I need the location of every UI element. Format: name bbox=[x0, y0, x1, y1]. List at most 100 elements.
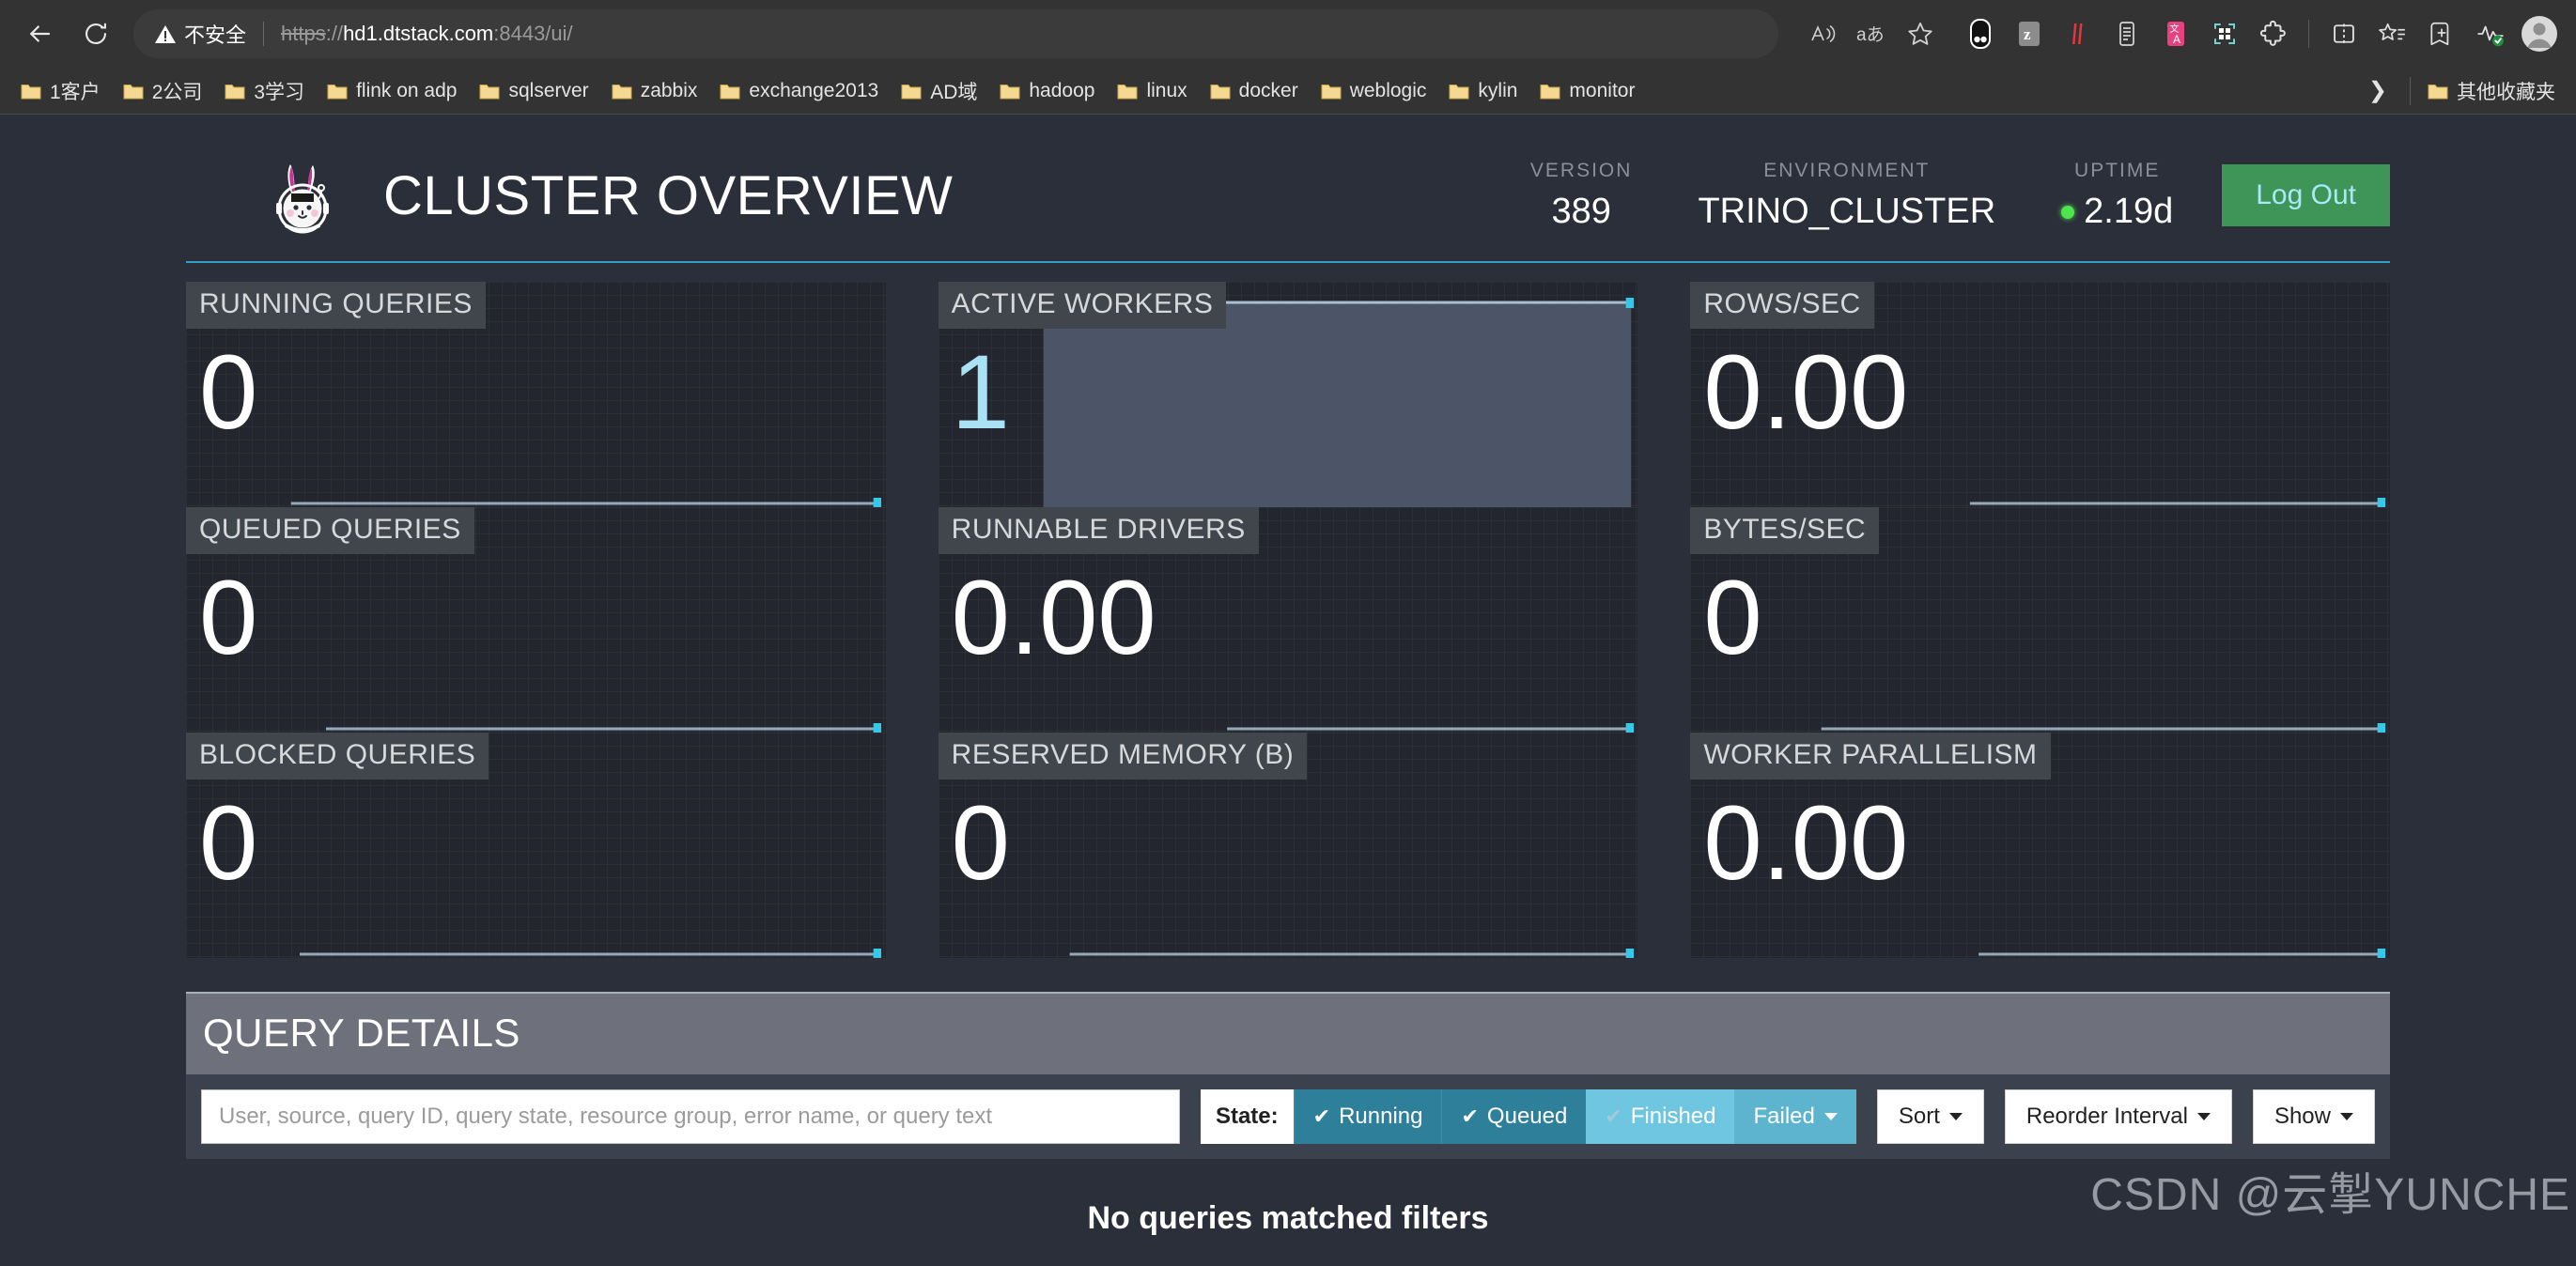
bookmark-item[interactable]: hadoop bbox=[988, 76, 1106, 106]
tile-label: ACTIVE WORKERS bbox=[938, 282, 1227, 329]
qr-scan-extension-icon[interactable] bbox=[2201, 10, 2248, 57]
bookmark-item[interactable]: zabbix bbox=[600, 76, 709, 106]
bookmark-label: 2公司 bbox=[151, 81, 203, 103]
folder-icon bbox=[1321, 82, 1342, 100]
show-dropdown[interactable]: Show bbox=[2252, 1089, 2375, 1144]
back-button[interactable] bbox=[13, 8, 66, 60]
omnibox-actions: aあ bbox=[1799, 10, 1944, 57]
state-filter-failed[interactable]: Failed bbox=[1734, 1089, 1856, 1144]
query-search-input[interactable] bbox=[201, 1089, 1180, 1144]
bookmark-item[interactable]: 3学习 bbox=[213, 73, 316, 109]
state-filter-label: State: bbox=[1200, 1089, 1294, 1144]
bookmark-label: exchange2013 bbox=[749, 79, 879, 101]
bookmarks-divider bbox=[2410, 76, 2411, 105]
other-bookmarks-label: 其他收藏夹 bbox=[2457, 81, 2555, 103]
bookmark-label: sqlserver bbox=[508, 79, 589, 101]
logout-button[interactable]: Log Out bbox=[2222, 164, 2390, 226]
tile-value: 0 bbox=[199, 333, 258, 451]
split-screen-icon[interactable] bbox=[2320, 10, 2367, 57]
bookmark-label: monitor bbox=[1569, 79, 1636, 101]
page-title: CLUSTER OVERVIEW bbox=[383, 164, 954, 226]
zhihu-extension-icon[interactable]: z bbox=[2006, 10, 2053, 57]
folder-icon bbox=[225, 82, 245, 100]
sort-dropdown[interactable]: Sort bbox=[1876, 1089, 1984, 1144]
state-filter-group: State: ✔ Running ✔ Queued ✔ Finished Failed bbox=[1200, 1089, 1856, 1144]
clipboard-extension-icon[interactable] bbox=[2103, 10, 2150, 57]
extensions-puzzle-icon[interactable] bbox=[2250, 10, 2297, 57]
trino-rabbit-logo bbox=[263, 154, 346, 237]
state-filter-running[interactable]: ✔ Running bbox=[1293, 1089, 1442, 1144]
bookmark-label: docker bbox=[1238, 79, 1298, 101]
bookmark-item[interactable]: flink on adp bbox=[316, 76, 468, 106]
uptime-label: UPTIME bbox=[2074, 159, 2161, 181]
tile-active-workers: ACTIVE WORKERS 1 bbox=[938, 282, 1638, 507]
folder-icon bbox=[479, 82, 500, 100]
bookmark-item[interactable]: AD域 bbox=[890, 73, 988, 109]
address-bar[interactable]: 不安全 https://hd1.dtstack.com:8443/ui/ bbox=[133, 9, 1778, 58]
collections-icon[interactable] bbox=[1957, 10, 2004, 57]
state-filter-finished-label: Finished bbox=[1630, 1104, 1716, 1129]
url-text: https://hd1.dtstack.com:8443/ui/ bbox=[281, 22, 573, 46]
browser-chrome: 不安全 https://hd1.dtstack.com:8443/ui/ aあ bbox=[0, 0, 2576, 115]
query-results-area: No queries matched filters bbox=[186, 1159, 2390, 1237]
bookmark-item[interactable]: 1客户 bbox=[9, 73, 112, 109]
add-collection-icon[interactable] bbox=[2418, 10, 2465, 57]
add-favorite-button[interactable] bbox=[1897, 10, 1944, 57]
tile-value: 1 bbox=[951, 333, 1010, 451]
bookmark-label: 3学习 bbox=[254, 81, 305, 103]
bookmark-label: AD域 bbox=[930, 81, 978, 103]
tile-value: 0.00 bbox=[1703, 784, 1909, 902]
toolbar-divider bbox=[2308, 20, 2309, 48]
favorites-list-icon[interactable] bbox=[2369, 10, 2416, 57]
translate-button[interactable]: aあ bbox=[1848, 10, 1895, 57]
reorder-interval-label: Reorder Interval bbox=[2025, 1104, 2188, 1129]
browser-essentials-icon[interactable] bbox=[2467, 10, 2514, 57]
bookmark-item[interactable]: exchange2013 bbox=[708, 76, 890, 106]
bookmark-item[interactable]: sqlserver bbox=[468, 76, 599, 106]
query-details-panel: QUERY DETAILS State: ✔ Running ✔ Queued ✔ F… bbox=[186, 992, 2390, 1237]
folder-icon bbox=[327, 82, 348, 100]
bookmark-label: weblogic bbox=[1349, 79, 1427, 101]
query-details-title: QUERY DETAILS bbox=[203, 1011, 520, 1055]
trino-cluster-overview-page: CLUSTER OVERVIEW VERSION 389 ENVIRONMENT… bbox=[0, 115, 2576, 1258]
bookmark-item[interactable]: linux bbox=[1106, 76, 1198, 106]
security-label: 不安全 bbox=[184, 23, 247, 47]
tile-label: QUEUED QUERIES bbox=[186, 507, 474, 554]
csdn-watermark: CSDN @云掣YUNCHE bbox=[2090, 1170, 2570, 1220]
query-details-controls: State: ✔ Running ✔ Queued ✔ Finished Failed bbox=[186, 1074, 2390, 1159]
uptime-value-wrap: 2.19d bbox=[2061, 192, 2173, 232]
show-label: Show bbox=[2273, 1104, 2331, 1129]
bookmark-item[interactable]: 2公司 bbox=[112, 73, 214, 109]
check-icon: ✔ bbox=[1312, 1104, 1331, 1128]
bookmark-item[interactable]: kylin bbox=[1437, 76, 1529, 106]
tile-label: RUNNING QUERIES bbox=[186, 282, 486, 329]
reload-button[interactable] bbox=[70, 8, 122, 60]
pdf-extension-icon[interactable] bbox=[2055, 10, 2102, 57]
tile-bytes-per-sec: BYTES/SEC 0 bbox=[1690, 507, 2390, 733]
bookmark-item[interactable]: docker bbox=[1199, 76, 1310, 106]
uptime-value: 2.19d bbox=[2084, 191, 2174, 231]
url-path: :8443/ui/ bbox=[493, 22, 573, 45]
state-filter-finished[interactable]: ✔ Finished bbox=[1586, 1089, 1735, 1144]
cluster-stat-grid: RUNNING QUERIES 0 ACTIVE WORKERS 1 ROWS/… bbox=[186, 282, 2390, 958]
bookmark-item[interactable]: monitor bbox=[1529, 76, 1646, 106]
read-aloud-button[interactable] bbox=[1799, 10, 1846, 57]
other-bookmarks-folder[interactable]: 其他收藏夹 bbox=[2416, 73, 2567, 109]
cluster-header: CLUSTER OVERVIEW VERSION 389 ENVIRONMENT… bbox=[186, 115, 2390, 263]
tile-running-queries: RUNNING QUERIES 0 bbox=[186, 282, 886, 507]
tile-worker-parallelism: WORKER PARALLELISM 0.00 bbox=[1690, 733, 2390, 958]
chevron-right-icon[interactable]: ❯ bbox=[2351, 77, 2404, 104]
folder-icon bbox=[21, 82, 41, 100]
bookmark-item[interactable]: weblogic bbox=[1310, 76, 1438, 106]
profile-avatar-icon[interactable] bbox=[2516, 10, 2563, 57]
tile-label: ROWS/SEC bbox=[1690, 282, 1874, 329]
warning-triangle-icon bbox=[154, 24, 176, 43]
chevron-down-icon bbox=[1948, 1113, 1963, 1120]
security-status[interactable]: 不安全 bbox=[154, 19, 246, 49]
state-filter-queued[interactable]: ✔ Queued bbox=[1441, 1089, 1587, 1144]
svg-text:z: z bbox=[2024, 25, 2031, 43]
check-icon: ✔ bbox=[1605, 1104, 1622, 1128]
reorder-interval-dropdown[interactable]: Reorder Interval bbox=[2004, 1089, 2232, 1144]
translate-extension-icon[interactable]: 文 A bbox=[2152, 10, 2199, 57]
tile-value: 0 bbox=[199, 559, 258, 676]
